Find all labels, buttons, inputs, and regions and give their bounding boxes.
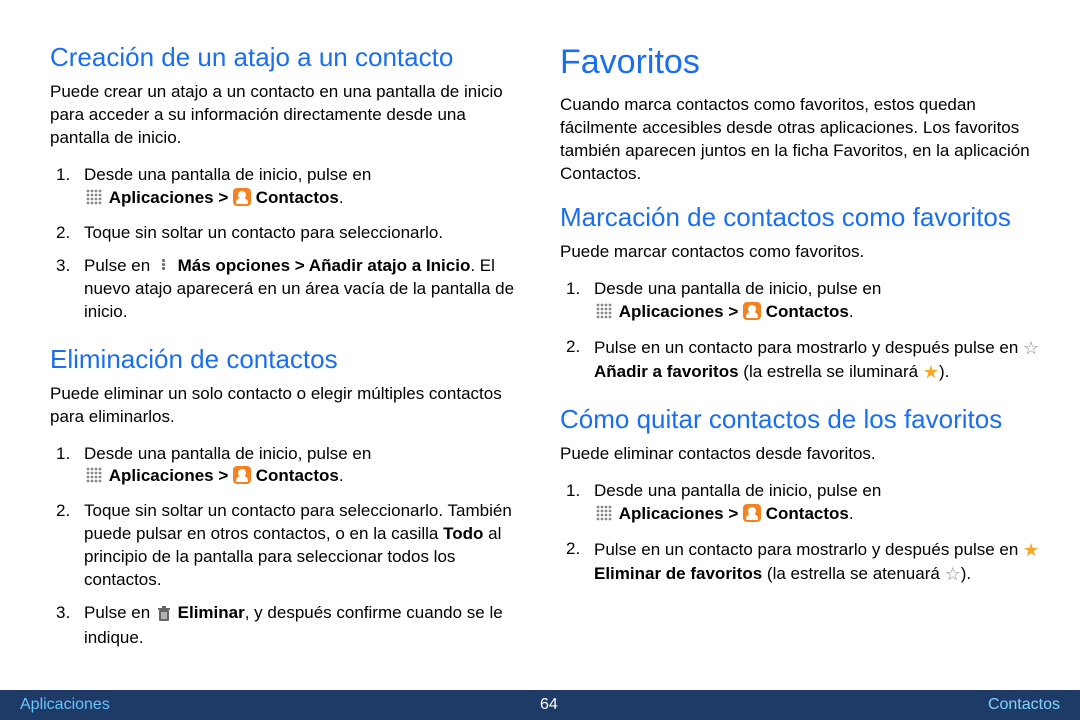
contacts-icon (743, 504, 761, 522)
star-outline-icon: ☆ (945, 564, 961, 584)
step-2: Pulse en un contacto para mostrarlo y de… (560, 336, 1040, 385)
more-options-icon (157, 258, 171, 272)
left-column: Creación de un atajo a un contacto Puede… (50, 40, 530, 680)
steps-mark-favorites: Desde una pantalla de inicio, pulse en A… (560, 278, 1040, 384)
step-2: Toque sin soltar un contacto para selecc… (50, 500, 530, 592)
intro-delete-contacts: Puede eliminar un solo contacto o elegir… (50, 383, 530, 429)
star-outline-icon: ☆ (1023, 338, 1039, 358)
step-1: Desde una pantalla de inicio, pulse en A… (50, 164, 530, 212)
step-1: Desde una pantalla de inicio, pulse en A… (50, 443, 530, 491)
step-2: Pulse en un contacto para mostrarlo y de… (560, 538, 1040, 587)
intro-mark-favorites: Puede marcar contactos como favoritos. (560, 241, 1040, 264)
heading-delete-contacts: Eliminación de contactos (50, 342, 530, 377)
contacts-icon (233, 188, 251, 206)
apps-grid-icon (86, 467, 102, 490)
heading-remove-favorites: Cómo quitar contactos de los favoritos (560, 402, 1040, 437)
apps-grid-icon (596, 505, 612, 528)
step-1: Desde una pantalla de inicio, pulse en A… (560, 278, 1040, 326)
right-column: Favoritos Cuando marca contactos como fa… (560, 40, 1040, 680)
footer-left: Aplicaciones (20, 696, 110, 714)
intro-create-shortcut: Puede crear un atajo a un contacto en un… (50, 81, 530, 150)
step-2: Toque sin soltar un contacto para selecc… (50, 222, 530, 245)
contacts-icon (743, 302, 761, 320)
page-footer: Aplicaciones 64 Contactos (0, 690, 1080, 720)
step-3: Pulse en Más opciones > Añadir atajo a I… (50, 255, 530, 324)
intro-remove-favorites: Puede eliminar contactos desde favoritos… (560, 443, 1040, 466)
star-filled-icon: ★ (1023, 540, 1039, 560)
contacts-icon (233, 466, 251, 484)
step-1: Desde una pantalla de inicio, pulse en A… (560, 480, 1040, 528)
footer-page-number: 64 (540, 696, 558, 714)
steps-create-shortcut: Desde una pantalla de inicio, pulse en A… (50, 164, 530, 324)
star-filled-icon: ★ (923, 362, 939, 382)
heading-favorites: Favoritos (560, 40, 1040, 86)
apps-grid-icon (86, 189, 102, 212)
intro-favorites: Cuando marca contactos como favoritos, e… (560, 94, 1040, 186)
trash-icon (157, 604, 171, 627)
apps-grid-icon (596, 303, 612, 326)
steps-remove-favorites: Desde una pantalla de inicio, pulse en A… (560, 480, 1040, 586)
step-3: Pulse en Eliminar, y después confirme cu… (50, 602, 530, 650)
heading-create-shortcut: Creación de un atajo a un contacto (50, 40, 530, 75)
steps-delete-contacts: Desde una pantalla de inicio, pulse en A… (50, 443, 530, 651)
footer-right: Contactos (988, 696, 1060, 714)
heading-mark-favorites: Marcación de contactos como favoritos (560, 200, 1040, 235)
